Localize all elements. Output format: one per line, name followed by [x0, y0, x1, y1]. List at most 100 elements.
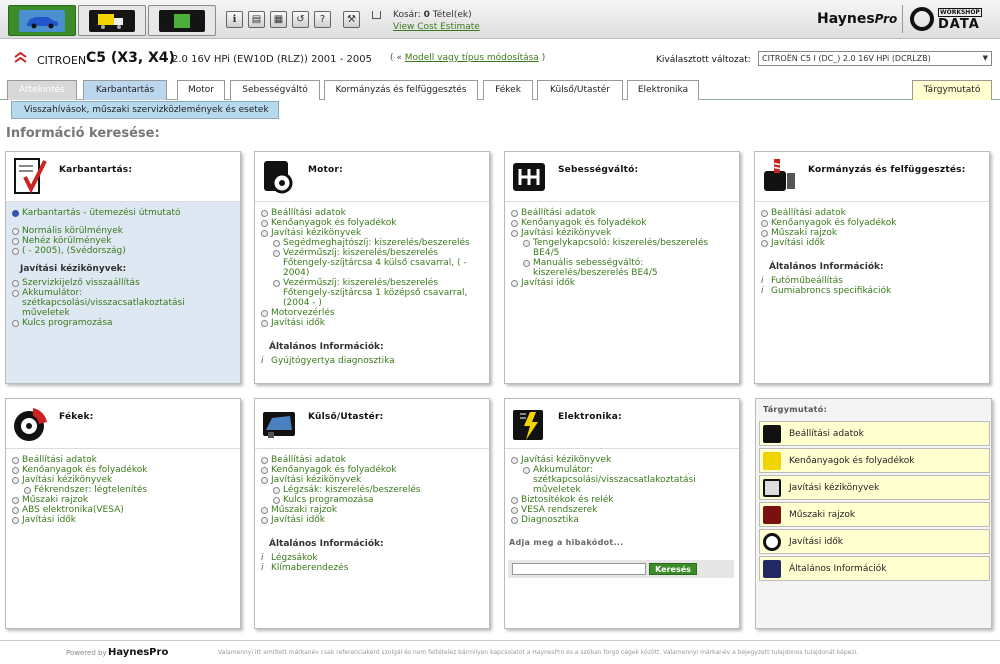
fault-code-input[interactable]	[512, 563, 646, 575]
list-item[interactable]: Normális körülmények	[12, 226, 234, 236]
cart-label-suffix: Tétel(ek)	[432, 10, 472, 20]
clock-icon	[763, 533, 781, 551]
index-item-kenoanyagok[interactable]: Kenőanyagok és folyadékok	[759, 448, 990, 473]
list-item[interactable]: VESA rendszerek	[511, 505, 733, 515]
info-tool-icon[interactable]: ℹ	[226, 11, 243, 28]
list-item[interactable]: Javítási kézikönyvek	[511, 455, 733, 465]
list-item[interactable]: Műszaki rajzok	[761, 228, 983, 238]
list-item[interactable]: ( - 2005), (Svédország)	[12, 246, 234, 256]
list-item[interactable]: Segédmeghajtószíj: kiszerelés/beszerelés	[273, 238, 483, 248]
list-item[interactable]: Beállítási adatok	[261, 455, 483, 465]
list-item[interactable]: Vezérműszíj: kiszerelés/beszerelés Főten…	[273, 278, 483, 308]
list-item[interactable]: Műszaki rajzok	[261, 505, 483, 515]
help-tool-icon[interactable]: ?	[314, 11, 331, 28]
list-item[interactable]: Javítási kézikönyvek	[12, 475, 234, 485]
panel-list: Beállítási adatok Kenőanyagok és folyadé…	[511, 208, 733, 288]
list-item[interactable]: Diagnosztika	[511, 515, 733, 525]
calculator-tool-icon[interactable]: ▦	[270, 11, 287, 28]
list-item[interactable]: Kenőanyagok és folyadékok	[261, 465, 483, 475]
list-item[interactable]: Javítási kézikönyvek	[261, 228, 483, 238]
subtab-recalls[interactable]: Visszahívások, műszaki szervizközleménye…	[11, 101, 279, 119]
panel-list: Beállítási adatok Kenőanyagok és folyadé…	[12, 455, 234, 525]
list-item[interactable]: ABS elektronika(VESA)	[12, 505, 234, 515]
tab-kormanyzas[interactable]: Kormányzás és felfüggesztés	[324, 80, 478, 100]
list-item[interactable]: Javítási idők	[511, 278, 733, 288]
tab-motor[interactable]: Motor	[177, 80, 225, 100]
index-item-altalanos-informaciok[interactable]: Általános Információk	[759, 556, 990, 581]
gearbox-icon	[513, 163, 545, 191]
index-item-label: Kenőanyagok és folyadékok	[789, 456, 915, 466]
list-item[interactable]: Kenőanyagok és folyadékok	[761, 218, 983, 228]
list-item[interactable]: Javítási kézikönyvek	[511, 228, 733, 238]
list-item[interactable]: Gyújtógyertya diagnosztika	[261, 356, 483, 366]
lubricant-icon	[763, 452, 781, 470]
list-item[interactable]: Beállítási adatok	[12, 455, 234, 465]
panel-kulso-utaster: Külső/Utastér: Beállítási adatok Kenőany…	[254, 398, 490, 629]
list-item[interactable]: Javítási idők	[261, 318, 483, 328]
documents-tool-icon[interactable]: ▤	[248, 11, 265, 28]
list-item[interactable]: Szervizkijelző visszaállítás	[12, 278, 234, 288]
list-item[interactable]: Motorvezérlés	[261, 308, 483, 318]
list-item[interactable]: Biztosítékok és relék	[511, 495, 733, 505]
general-info-icon	[763, 560, 781, 578]
tab-kulso-utaster[interactable]: Külső/Utastér	[537, 80, 623, 100]
list-item[interactable]: Futóműbeállítás	[761, 276, 983, 286]
list-item[interactable]: Akkumulátor: szétkapcsolási/visszacsatla…	[523, 465, 733, 495]
list-item[interactable]: Légzsák: kiszerelés/beszerelés	[273, 485, 483, 495]
list-item[interactable]: Beállítási adatok	[511, 208, 733, 218]
panel-header: Motor:	[255, 152, 489, 202]
index-item-beallitasi-adatok[interactable]: Beállítási adatok	[759, 421, 990, 446]
list-item[interactable]: Gumiabroncs specifikációk	[761, 286, 983, 296]
index-item-javitasi-idok[interactable]: Javítási idők	[759, 529, 990, 554]
history-tool-icon[interactable]: ↺	[292, 11, 309, 28]
tab-fekek[interactable]: Fékek	[483, 80, 533, 100]
list-item[interactable]: Karbantartás - ütemezési útmutató	[12, 208, 234, 218]
list-item[interactable]: Kenőanyagok és folyadékok	[261, 218, 483, 228]
car-mode-button[interactable]	[8, 5, 76, 36]
list-item[interactable]: Kulcs programozása	[273, 495, 483, 505]
list-item[interactable]: Vezérműszíj: kiszerelés/beszerelés Főten…	[273, 248, 483, 278]
list-item[interactable]: Kenőanyagok és folyadékok	[511, 218, 733, 228]
truck-mode-button[interactable]	[78, 5, 146, 36]
list-item[interactable]: Javítási kézikönyvek	[261, 475, 483, 485]
tab-karbantartas[interactable]: Karbantartás	[83, 80, 167, 100]
parts-mode-button[interactable]	[148, 5, 216, 36]
list-item[interactable]: Beállítási adatok	[261, 208, 483, 218]
list-item[interactable]: Manuális sebességváltó: kiszerelés/besze…	[523, 258, 733, 278]
index-item-muszaki-rajzok[interactable]: Műszaki rajzok	[759, 502, 990, 527]
tab-targymutato[interactable]: Tárgymutató	[912, 80, 992, 100]
list-item[interactable]: Klímaberendezés	[261, 563, 483, 573]
list-item[interactable]: Kulcs programozása	[12, 318, 234, 328]
search-button[interactable]: Keresés	[649, 563, 697, 575]
car-icon	[19, 9, 65, 32]
modify-vehicle-link[interactable]: Modell vagy típus módosítása	[405, 53, 539, 63]
wrench-tool-icon[interactable]: ⚒	[343, 11, 360, 28]
suspension-icon	[764, 159, 795, 191]
tab-sebessegvalto[interactable]: Sebességváltó	[230, 80, 320, 100]
tab-attekintes[interactable]: Áttekintés	[7, 80, 77, 100]
list-item[interactable]: Nehéz körülmények	[12, 236, 234, 246]
list-item[interactable]: Kenőanyagok és folyadékok	[12, 465, 234, 475]
panel-list: Karbantartás - ütemezési útmutató Normál…	[12, 208, 234, 328]
index-item-label: Műszaki rajzok	[789, 510, 856, 520]
panel-title: Kormányzás és felfüggesztés:	[808, 165, 966, 175]
tab-elektronika[interactable]: Elektronika	[627, 80, 699, 100]
list-item[interactable]: Fékrendszer: légtelenítés	[24, 485, 234, 495]
index-item-javitasi-kezikonyvek[interactable]: Javítási kézikönyvek	[759, 475, 990, 500]
list-item[interactable]: Akkumulátor: szétkapcsolási/visszacsatla…	[12, 288, 234, 318]
view-cost-estimate-link[interactable]: View Cost Estimate	[393, 22, 480, 32]
index-title: Tárgymutató:	[763, 405, 828, 414]
chevron-down-icon: ▼	[982, 54, 988, 62]
panel-header: Külső/Utastér:	[255, 399, 489, 449]
list-item[interactable]: Műszaki rajzok	[12, 495, 234, 505]
variant-select[interactable]: CITROËN C5 I (DC_) 2.0 16V HPi (DCRLZB) …	[758, 51, 992, 66]
panel-list: Beállítási adatok Kenőanyagok és folyadé…	[761, 208, 983, 296]
list-item[interactable]: Tengelykapcsoló: kiszerelés/beszerelés B…	[523, 238, 733, 258]
list-item[interactable]: Javítási idők	[761, 238, 983, 248]
list-item[interactable]: Javítási idők	[261, 515, 483, 525]
list-item[interactable]: Beállítási adatok	[761, 208, 983, 218]
list-item[interactable]: Javítási idők	[12, 515, 234, 525]
panel-fekek: Fékek: Beállítási adatok Kenőanyagok és …	[5, 398, 241, 629]
car-body-icon	[263, 412, 295, 438]
list-item[interactable]: Légzsákok	[261, 553, 483, 563]
